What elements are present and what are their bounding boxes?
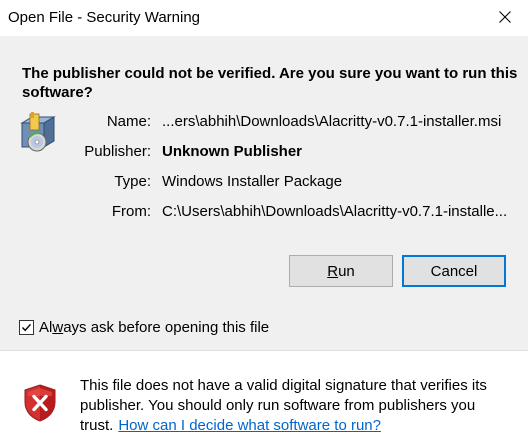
always-ask-accelerator: w xyxy=(52,318,64,336)
always-ask-checkbox[interactable] xyxy=(19,319,34,335)
run-label: un xyxy=(338,262,355,280)
detail-row-from: From: C:\Users\abhih\Downloads\Alacritty… xyxy=(0,202,528,222)
checkmark-icon xyxy=(21,323,32,331)
run-accelerator: R xyxy=(327,262,339,280)
security-warning-dialog: Open File - Security Warning The publish… xyxy=(0,0,528,444)
from-value: C:\Users\abhih\Downloads\Alacritty-v0.7.… xyxy=(162,203,508,220)
footer-panel: This file does not have a valid digital … xyxy=(0,351,528,444)
from-label: From: xyxy=(111,203,151,220)
window-title: Open File - Security Warning xyxy=(8,9,201,26)
close-button[interactable] xyxy=(482,0,528,34)
main-panel: The publisher could not be verified. Are… xyxy=(0,36,528,350)
run-button[interactable]: Run xyxy=(289,255,393,287)
cancel-button[interactable]: Cancel xyxy=(402,255,506,287)
detail-row-type: Type: Windows Installer Package xyxy=(0,172,528,192)
publisher-label: Publisher: xyxy=(84,143,151,160)
publisher-value: Unknown Publisher xyxy=(162,143,303,160)
type-label: Type: xyxy=(114,173,151,190)
detail-row-publisher: Publisher: Unknown Publisher xyxy=(0,142,528,162)
always-ask-label[interactable]: Always ask before opening this file xyxy=(39,319,269,336)
always-ask-label-post: ays ask before opening this file xyxy=(63,318,270,336)
name-value: ...ers\abhih\Downloads\Alacritty-v0.7.1-… xyxy=(162,113,502,130)
close-icon xyxy=(499,11,511,23)
footer-message-block: This file does not have a valid digital … xyxy=(80,376,520,436)
name-label: Name: xyxy=(106,113,151,130)
type-value: Windows Installer Package xyxy=(162,173,343,190)
always-ask-checkbox-row[interactable]: Always ask before opening this file xyxy=(19,317,269,337)
help-link[interactable]: How can I decide what software to run? xyxy=(118,417,381,434)
warning-heading: The publisher could not be verified. Are… xyxy=(22,65,518,101)
cancel-label: Cancel xyxy=(430,262,478,280)
title-bar[interactable]: Open File - Security Warning xyxy=(0,0,528,36)
security-shield-error-icon xyxy=(24,384,56,422)
detail-row-name: Name: ...ers\abhih\Downloads\Alacritty-v… xyxy=(0,112,528,132)
always-ask-label-pre: Al xyxy=(39,318,53,336)
